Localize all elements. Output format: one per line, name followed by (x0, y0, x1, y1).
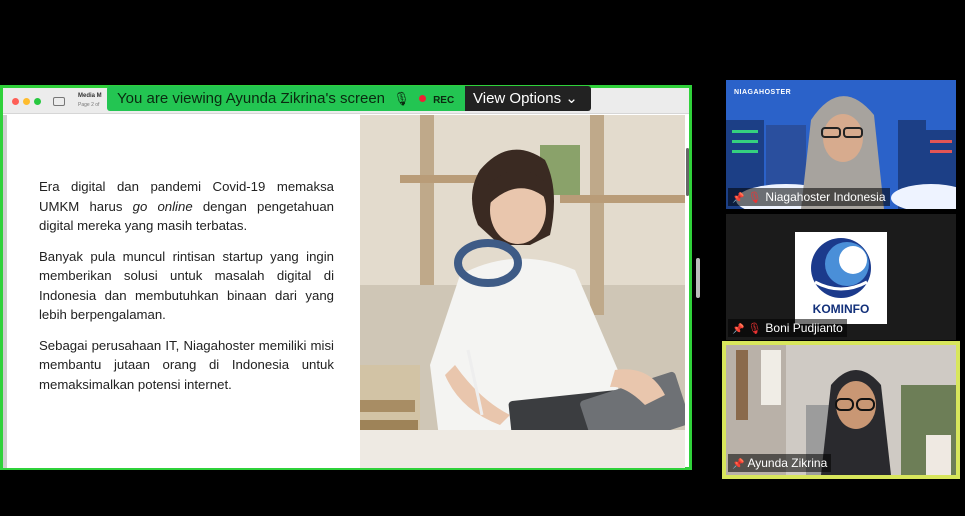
pin-icon: 📌 (732, 459, 745, 470)
participant-name-tag: 📌 🎙 Niagahoster Indonesia (728, 188, 890, 206)
recording-dot-icon (418, 95, 426, 102)
recording-label: REC (433, 95, 455, 106)
mic-muted-icon: 🎙 (747, 192, 762, 204)
slide-body-text: Era digital dan pandemi Covid-19 memaksa… (39, 177, 334, 405)
minimize-window-icon (23, 98, 30, 105)
mic-muted-icon: 🎙 (393, 91, 410, 106)
kominfo-emblem-icon (811, 238, 871, 298)
niagahoster-brand: NIAGAHOSTER (734, 89, 792, 96)
pin-icon: 📌 (732, 193, 745, 204)
shared-screen: Media M Page 2 of Era digital dan pandem… (0, 85, 692, 470)
kominfo-logo-text: KOMINFO (812, 302, 870, 316)
slide-paragraph-3: Sebagai perusahaan IT, Niagahoster memil… (39, 337, 334, 392)
viewing-screen-text: You are viewing Ayunda Zikrina's screen (117, 90, 386, 107)
sidebar-toggle-icon (53, 97, 65, 106)
view-options-label: View Options (473, 90, 562, 107)
participant-tile-ayunda[interactable]: 📌 Ayunda Zikrina (722, 341, 960, 479)
kominfo-logo: KOMINFO (795, 232, 887, 324)
participant-name-tag: 📌 🎙 Boni Pudjianto (728, 319, 847, 337)
participant-name: Ayunda Zikrina (747, 456, 828, 470)
viewing-screen-banner: You are viewing Ayunda Zikrina's screen … (107, 86, 465, 111)
participant-tile-boni[interactable]: KOMINFO 📌 🎙 Boni Pudjianto (726, 214, 956, 340)
participant-name: Boni Pudjianto (765, 321, 843, 335)
close-window-icon (12, 98, 19, 105)
pin-icon: 📌 (732, 324, 745, 335)
meeting-window: Media M Page 2 of Era digital dan pandem… (0, 0, 965, 516)
vertical-scrollbar[interactable] (686, 148, 689, 196)
slide-photo-woman-with-tablet (360, 115, 685, 468)
document-page-indicator: Page 2 of (78, 102, 100, 108)
presentation-slide: Era digital dan pandemi Covid-19 memaksa… (7, 115, 685, 468)
slide-paragraph-1: Era digital dan pandemi Covid-19 memaksa… (39, 179, 335, 233)
mic-muted-icon: 🎙 (747, 323, 762, 335)
chevron-down-icon: ⌄ (565, 90, 578, 107)
document-title: Media M (78, 93, 102, 99)
zoom-window-icon (34, 98, 41, 105)
view-options-button[interactable]: View Options ⌄ (465, 86, 591, 111)
split-view-handle[interactable] (696, 258, 700, 298)
participant-tile-niagahoster[interactable]: NIAGAHOSTER 📌 🎙 Niagahoster Indonesia (726, 80, 956, 209)
slide-paragraph-2: Banyak pula muncul rintisan startup yang… (39, 248, 334, 323)
participant-name-tag: 📌 Ayunda Zikrina (728, 454, 832, 472)
participant-name: Niagahoster Indonesia (765, 190, 886, 204)
